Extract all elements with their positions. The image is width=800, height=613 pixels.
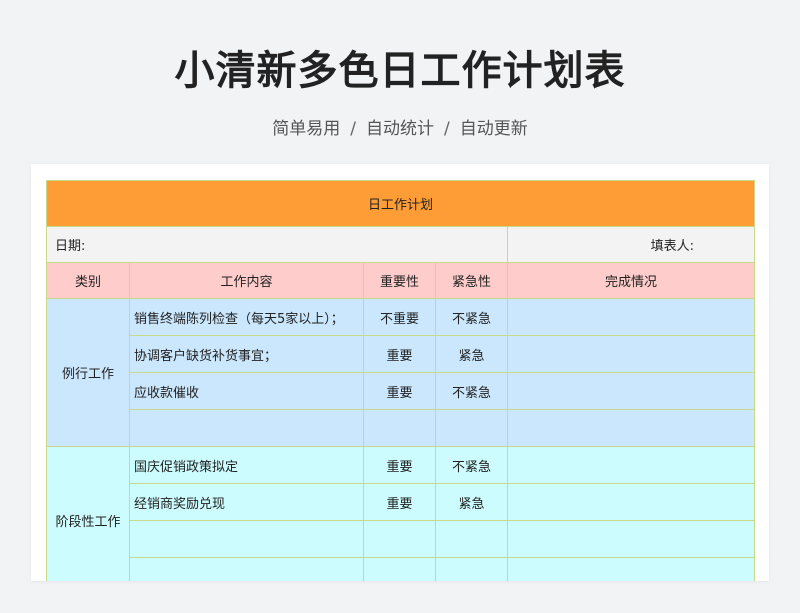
header-importance[interactable]: 重要性	[363, 262, 436, 299]
content-cell[interactable]: 国庆促销政策拟定	[129, 446, 364, 484]
urgency-cell[interactable]: 紧急	[435, 335, 508, 373]
status-cell[interactable]	[507, 520, 755, 558]
status-cell[interactable]	[507, 557, 755, 581]
urgency-cell[interactable]: 不紧急	[435, 372, 508, 410]
page-title: 小清新多色日工作计划表	[174, 48, 626, 94]
content-cell[interactable]	[129, 557, 364, 581]
header-category[interactable]: 类别	[46, 262, 130, 299]
content-cell[interactable]: 销售终端陈列检查（每天5家以上）；	[129, 298, 364, 336]
sheet-meta-row: 日期: 填表人:	[46, 226, 755, 263]
subtitle-separator: /	[444, 119, 450, 139]
importance-cell[interactable]: 重要	[363, 335, 436, 373]
status-cell[interactable]	[507, 446, 755, 484]
category-cell-routine[interactable]: 例行工作	[46, 298, 130, 447]
importance-cell[interactable]	[363, 557, 436, 581]
urgency-cell[interactable]	[435, 520, 508, 558]
filler-label-cell[interactable]: 填表人:	[507, 226, 755, 263]
header-content[interactable]: 工作内容	[129, 262, 364, 299]
sheet-title-row: 日工作计划	[46, 180, 755, 227]
page-subtitle: 简单易用 / 自动统计 / 自动更新	[0, 114, 800, 139]
importance-cell[interactable]	[363, 520, 436, 558]
table-row	[47, 409, 755, 447]
table-row: 经销商奖励兑现 重要 紧急	[47, 483, 755, 521]
importance-cell[interactable]	[363, 409, 436, 447]
importance-cell[interactable]: 重要	[363, 372, 436, 410]
content-cell[interactable]: 应收款催收	[129, 372, 364, 410]
importance-cell[interactable]: 重要	[363, 483, 436, 521]
table-row: 阶段性工作 国庆促销政策拟定 重要 不紧急	[46, 446, 755, 581]
status-cell[interactable]	[507, 372, 755, 410]
header-status[interactable]: 完成情况	[507, 262, 755, 299]
sheet-title[interactable]: 日工作计划	[46, 180, 755, 227]
urgency-cell[interactable]: 紧急	[435, 483, 508, 521]
status-cell[interactable]	[507, 335, 755, 373]
content-cell[interactable]	[129, 520, 364, 558]
content-cell[interactable]: 协调客户缺货补货事宜；	[129, 335, 364, 373]
table-row	[47, 557, 755, 581]
importance-cell[interactable]: 重要	[363, 446, 436, 484]
table-row: 应收款催收 重要 不紧急	[47, 372, 755, 410]
header-row: 类别 工作内容 重要性 紧急性 完成情况	[46, 262, 755, 299]
date-label-cell[interactable]: 日期:	[46, 226, 508, 263]
urgency-cell[interactable]	[435, 557, 508, 581]
urgency-cell[interactable]: 不紧急	[435, 298, 508, 336]
subtitle-separator: /	[350, 119, 356, 139]
importance-cell[interactable]: 不重要	[363, 298, 436, 336]
header-urgency[interactable]: 紧急性	[435, 262, 508, 299]
status-cell[interactable]	[507, 298, 755, 336]
urgency-cell[interactable]	[435, 409, 508, 447]
subtitle-item-easy: 简单易用	[272, 119, 341, 139]
content-cell[interactable]: 经销商奖励兑现	[129, 483, 364, 521]
daily-plan-table: 日工作计划 日期: 填表人: 类别 工作内容 重要性 紧急性 完成情况 例行工作…	[46, 180, 755, 581]
category-cell-phased[interactable]: 阶段性工作	[46, 446, 130, 581]
table-row: 例行工作 销售终端陈列检查（每天5家以上）； 不重要 不紧急	[46, 298, 755, 447]
subtitle-item-auto-update: 自动更新	[459, 119, 528, 139]
subtitle-item-auto-stats: 自动统计	[366, 119, 434, 139]
table-row	[47, 520, 755, 558]
table-row: 协调客户缺货补货事宜； 重要 紧急	[47, 335, 755, 373]
content-cell[interactable]	[129, 409, 364, 447]
status-cell[interactable]	[507, 409, 755, 447]
urgency-cell[interactable]: 不紧急	[435, 446, 508, 484]
spreadsheet-preview: 日工作计划 日期: 填表人: 类别 工作内容 重要性 紧急性 完成情况 例行工作…	[31, 164, 769, 581]
status-cell[interactable]	[507, 483, 755, 521]
